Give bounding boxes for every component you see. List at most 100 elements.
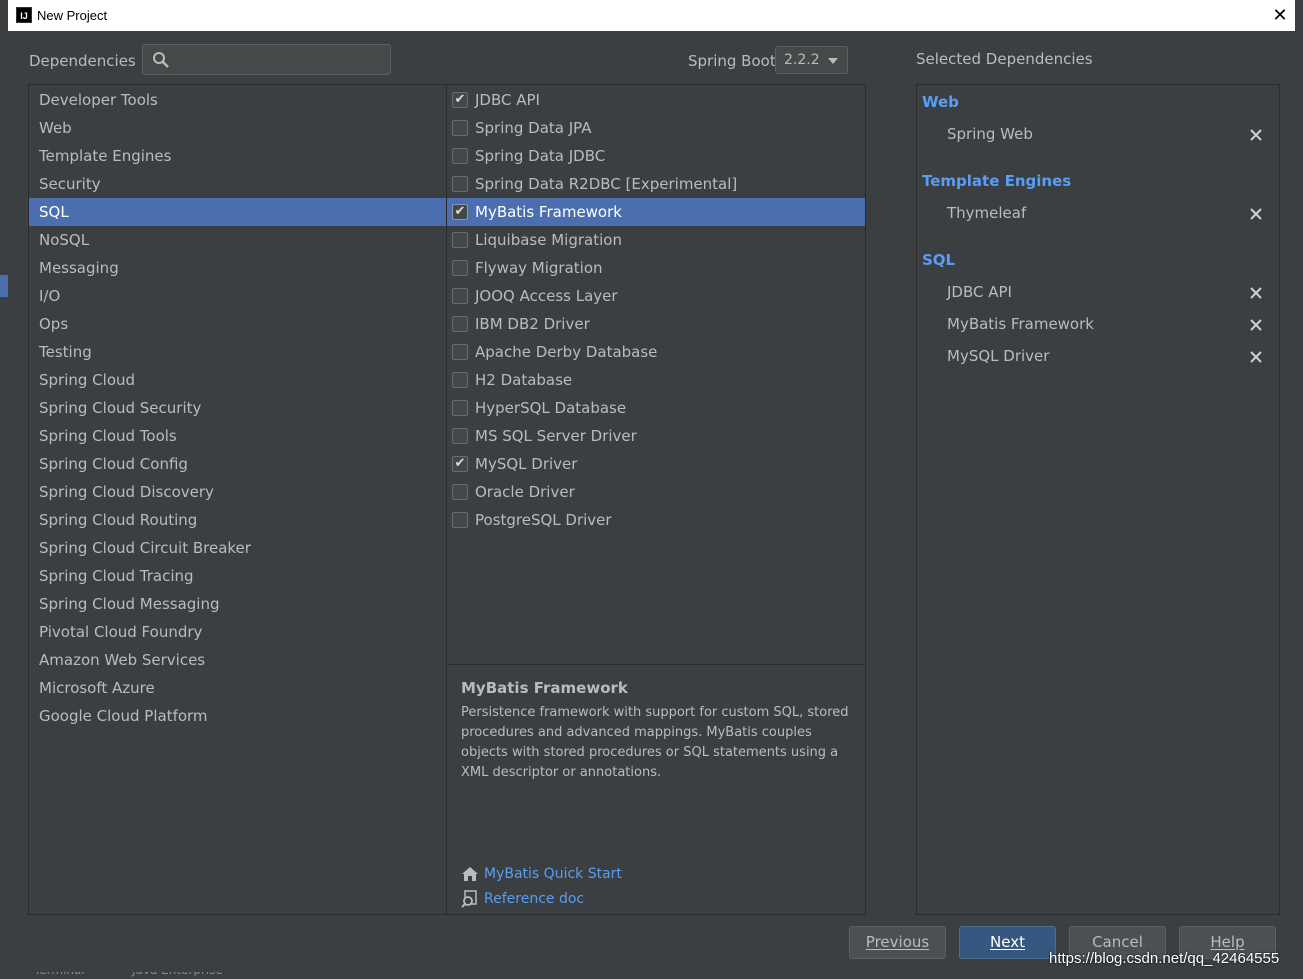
checkbox-unchecked[interactable] <box>452 344 468 360</box>
selected-dependency-item: Thymeleaf <box>947 204 1027 222</box>
category-item[interactable]: Microsoft Azure <box>29 674 446 702</box>
category-item[interactable]: Spring Cloud Security <box>29 394 446 422</box>
checkbox-unchecked[interactable] <box>452 316 468 332</box>
category-item[interactable]: Spring Cloud Discovery <box>29 478 446 506</box>
category-item[interactable]: Messaging <box>29 254 446 282</box>
dependency-item[interactable]: IBM DB2 Driver <box>447 310 865 338</box>
category-item[interactable]: Ops <box>29 310 446 338</box>
category-item[interactable]: Pivotal Cloud Foundry <box>29 618 446 646</box>
selected-dependency-item: Spring Web <box>947 125 1033 143</box>
selected-dependencies-panel: Web Spring Web Template Engines Thymeleaf SQ… <box>916 84 1280 915</box>
checkbox-checked[interactable]: ✔ <box>452 204 468 220</box>
category-item[interactable]: Spring Cloud Tracing <box>29 562 446 590</box>
dependency-label: JDBC API <box>475 91 540 109</box>
checkbox-unchecked[interactable] <box>452 288 468 304</box>
category-item[interactable]: Template Engines <box>29 142 446 170</box>
dependency-label: Spring Data R2DBC [Experimental] <box>475 175 738 193</box>
dependency-item[interactable]: MS SQL Server Driver <box>447 422 865 450</box>
category-item[interactable]: Google Cloud Platform <box>29 702 446 730</box>
category-item[interactable]: Spring Cloud Config <box>29 450 446 478</box>
cancel-button-label: Cancel <box>1092 933 1143 951</box>
dependency-item[interactable]: Spring Data JPA <box>447 114 865 142</box>
checkbox-unchecked[interactable] <box>452 260 468 276</box>
dependency-label: PostgreSQL Driver <box>475 511 612 529</box>
checkbox-checked[interactable]: ✔ <box>452 456 468 472</box>
checkbox-unchecked[interactable] <box>452 372 468 388</box>
category-item[interactable]: Spring Cloud Circuit Breaker <box>29 534 446 562</box>
spring-boot-version-value: 2.2.2 <box>784 52 820 68</box>
previous-button[interactable]: Previous <box>849 926 946 959</box>
category-item[interactable]: Spring Cloud Tools <box>29 422 446 450</box>
ide-background-left <box>0 0 8 979</box>
dependency-item[interactable]: Liquibase Migration <box>447 226 865 254</box>
window-title: New Project <box>37 8 108 23</box>
checkbox-unchecked[interactable] <box>452 428 468 444</box>
remove-dependency-icon[interactable] <box>1249 350 1263 364</box>
checkbox-unchecked[interactable] <box>452 232 468 248</box>
dependency-item[interactable]: PostgreSQL Driver <box>447 506 865 534</box>
dependency-label: Apache Derby Database <box>475 343 658 361</box>
category-item[interactable]: Web <box>29 114 446 142</box>
dependency-label: Spring Data JPA <box>475 119 592 137</box>
category-item[interactable]: Amazon Web Services <box>29 646 446 674</box>
dependency-item[interactable]: Flyway Migration <box>447 254 865 282</box>
dependency-item[interactable]: Spring Data R2DBC [Experimental] <box>447 170 865 198</box>
selected-group-title: SQL <box>922 251 956 269</box>
checkbox-unchecked[interactable] <box>452 512 468 528</box>
checkbox-checked[interactable]: ✔ <box>452 92 468 108</box>
checkbox-unchecked[interactable] <box>452 148 468 164</box>
reference-doc-icon <box>461 890 477 908</box>
dependency-label: Liquibase Migration <box>475 231 622 249</box>
category-item[interactable]: Spring Cloud Routing <box>29 506 446 534</box>
dependency-label: Oracle Driver <box>475 483 575 501</box>
title-bar: IJ New Project ✕ <box>8 0 1295 31</box>
category-list: Developer Tools Web Template Engines Securi… <box>29 85 446 914</box>
category-item[interactable]: Spring Cloud <box>29 366 446 394</box>
close-window-button[interactable]: ✕ <box>1265 0 1295 31</box>
dependency-label: MyBatis Framework <box>475 203 622 221</box>
next-button[interactable]: Next <box>959 926 1056 959</box>
help-button-label: Help <box>1210 933 1245 951</box>
remove-dependency-icon[interactable] <box>1249 286 1263 300</box>
category-item[interactable]: SQL <box>29 198 446 226</box>
category-item[interactable]: Testing <box>29 338 446 366</box>
selected-dependencies-label: Selected Dependencies <box>916 50 1093 68</box>
description-title: MyBatis Framework <box>461 679 628 697</box>
dependency-item[interactable]: Oracle Driver <box>447 478 865 506</box>
category-item[interactable]: Developer Tools <box>29 86 446 114</box>
dependency-list: ✔ JDBC API Spring Data JPA Spring Data JDBC… <box>447 85 865 665</box>
checkbox-unchecked[interactable] <box>452 176 468 192</box>
category-item[interactable]: I/O <box>29 282 446 310</box>
dependency-item[interactable]: Apache Derby Database <box>447 338 865 366</box>
category-item[interactable]: Security <box>29 170 446 198</box>
previous-button-label: Previous <box>865 933 930 951</box>
checkbox-unchecked[interactable] <box>452 120 468 136</box>
chevron-down-icon <box>828 58 838 64</box>
selected-group-title: Template Engines <box>922 172 1072 190</box>
remove-dependency-icon[interactable] <box>1249 318 1263 332</box>
selected-group-title: Web <box>922 93 959 111</box>
dependencies-panel: Developer Tools Web Template Engines Securi… <box>28 84 866 915</box>
dependency-item[interactable]: Spring Data JDBC <box>447 142 865 170</box>
dependency-item[interactable]: ✔ JDBC API <box>447 86 865 114</box>
dependency-label: HyperSQL Database <box>475 399 627 417</box>
quick-start-link-label: MyBatis Quick Start <box>484 866 622 882</box>
dependency-item[interactable]: JOOQ Access Layer <box>447 282 865 310</box>
dependency-item[interactable]: H2 Database <box>447 366 865 394</box>
ide-background-right <box>1295 0 1303 979</box>
search-input[interactable] <box>142 44 391 75</box>
dependency-item[interactable]: ✔ MySQL Driver <box>447 450 865 478</box>
dependency-label: H2 Database <box>475 371 573 389</box>
spring-boot-version-select[interactable]: 2.2.2 <box>775 46 848 74</box>
dependency-item[interactable]: ✔ MyBatis Framework <box>447 198 865 226</box>
reference-doc-link-label: Reference doc <box>484 891 585 907</box>
remove-dependency-icon[interactable] <box>1249 128 1263 142</box>
category-item[interactable]: NoSQL <box>29 226 446 254</box>
checkbox-unchecked[interactable] <box>452 484 468 500</box>
checkbox-unchecked[interactable] <box>452 400 468 416</box>
dependency-item[interactable]: HyperSQL Database <box>447 394 865 422</box>
category-item[interactable]: Spring Cloud Messaging <box>29 590 446 618</box>
selected-dependency-item: MySQL Driver <box>947 347 1050 365</box>
remove-dependency-icon[interactable] <box>1249 207 1263 221</box>
new-project-dialog: IJ New Project ✕ Dependencies Spring Boo… <box>8 0 1295 972</box>
